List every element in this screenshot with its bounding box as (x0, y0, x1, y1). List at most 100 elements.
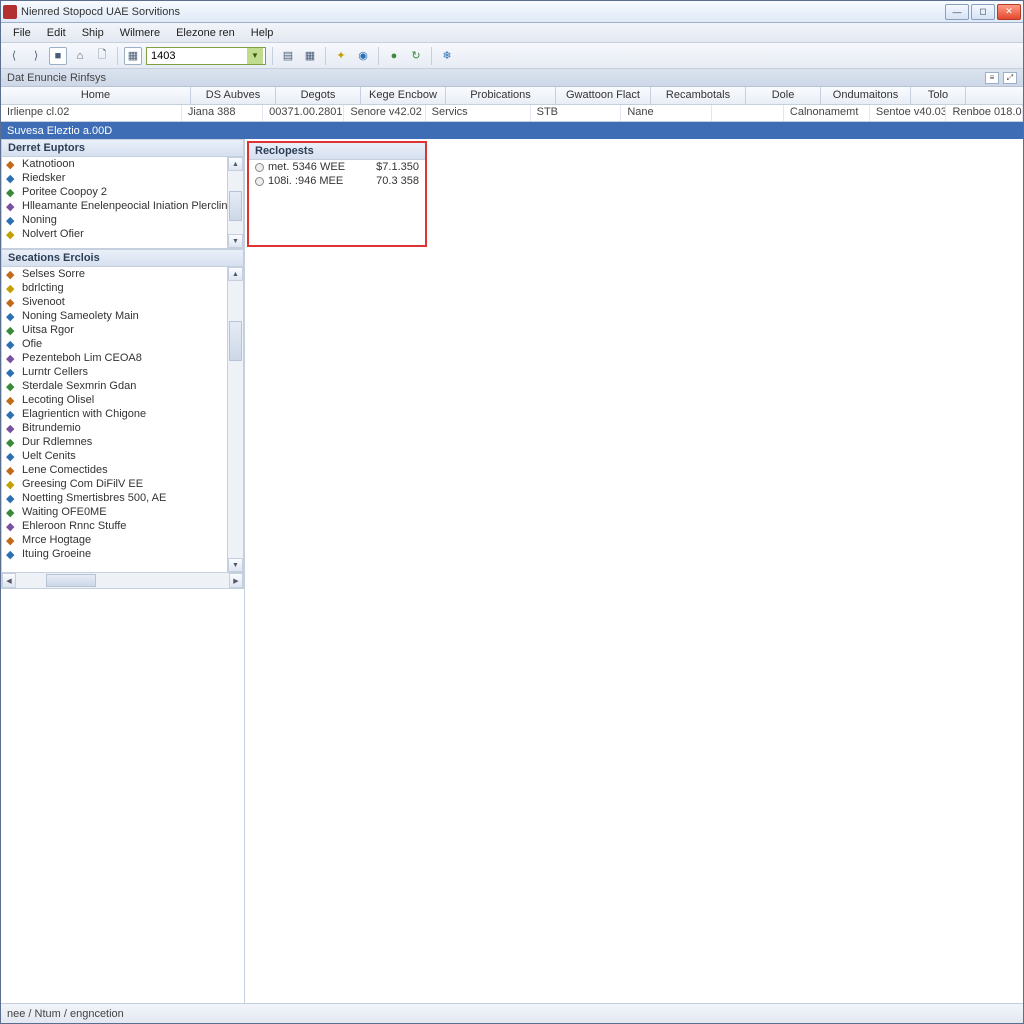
menu-help[interactable]: Help (243, 25, 282, 41)
combo-input[interactable] (147, 50, 247, 62)
chevron-down-icon[interactable]: ▼ (247, 48, 263, 64)
list-item[interactable]: ◆Riedsker (2, 171, 243, 185)
list-item[interactable]: ◆Waiting OFE0ME (2, 505, 243, 519)
forward-icon[interactable]: ⟩ (27, 47, 45, 65)
grid-icon[interactable]: ▦ (124, 47, 142, 65)
maximize-button[interactable]: ◻ (971, 4, 995, 20)
item-label: Lurntr Cellers (22, 366, 88, 378)
table-icon[interactable]: ▦ (301, 47, 319, 65)
list-item[interactable]: ◆Nolvert Ofier (2, 227, 243, 241)
scroll-right-icon[interactable]: ▶ (229, 573, 243, 588)
list-item[interactable]: ◆Lecoting Olisel (2, 393, 243, 407)
tab[interactable]: Degots (276, 87, 361, 104)
scroll-up-icon[interactable]: ▲ (228, 267, 243, 281)
list-item[interactable]: ◆Dur Rdlemnes (2, 435, 243, 449)
menu-edit[interactable]: Edit (39, 25, 74, 41)
column-header[interactable]: Jiana 388 (182, 105, 263, 121)
tab[interactable]: Home (1, 87, 191, 104)
menu-wilmere[interactable]: Wilmere (112, 25, 168, 41)
globe-icon[interactable]: ◉ (354, 47, 372, 65)
column-header[interactable] (712, 105, 784, 121)
calendar-icon[interactable]: ▤ (279, 47, 297, 65)
tab[interactable]: Probications (446, 87, 556, 104)
list-item[interactable]: ◆Noning Sameolety Main (2, 309, 243, 323)
column-header[interactable]: Nane (621, 105, 712, 121)
list-item[interactable]: ◆Uelt Cenits (2, 449, 243, 463)
horizontal-scrollbar[interactable]: ◀ ▶ (2, 572, 243, 588)
panel-row[interactable]: 108i. :946 MEE70.3 358 (249, 174, 425, 188)
tab[interactable]: Dole (746, 87, 821, 104)
list-item[interactable]: ◆Pezenteboh Lim CEOA8 (2, 351, 243, 365)
tab[interactable]: Ondumaitons (821, 87, 911, 104)
panel-row[interactable]: met. 5346 WEE$7.1.350 (249, 160, 425, 174)
column-header[interactable]: Servics (426, 105, 531, 121)
tab[interactable]: Kege Encbow (361, 87, 446, 104)
list-item[interactable]: ◆Selses Sorre (2, 267, 243, 281)
column-header[interactable]: Sentoe v40.03 (870, 105, 947, 121)
tab[interactable]: DS Aubves (191, 87, 276, 104)
list-item[interactable]: ◆Sivenoot (2, 295, 243, 309)
list-item[interactable]: ◆Hlleamante Enelenpeocial Iniation Plerc… (2, 199, 243, 213)
expand-icon[interactable]: ⤢ (1003, 72, 1017, 84)
vertical-scrollbar[interactable]: ▲ ▼ (227, 267, 243, 572)
check-icon[interactable]: ● (385, 47, 403, 65)
scroll-track[interactable] (228, 171, 243, 234)
main-body: Derret Euptors ◆Katnotioon◆Riedsker◆Pori… (1, 139, 1023, 1003)
list-item[interactable]: ◆Ehleroon Rnnc Stuffe (2, 519, 243, 533)
menu-ship[interactable]: Ship (74, 25, 112, 41)
column-header[interactable]: Calnonamemt (784, 105, 870, 121)
column-header[interactable]: Irlienpe cl.02 (1, 105, 182, 121)
list-item[interactable]: ◆Uitsa Rgor (2, 323, 243, 337)
selected-row[interactable]: Suvesa Eleztio a.00D (1, 122, 1023, 139)
list-item[interactable]: ◆Lene Comectides (2, 463, 243, 477)
scroll-left-icon[interactable]: ◀ (2, 573, 16, 588)
list-item[interactable]: ◆Greesing Com DiFilV EE (2, 477, 243, 491)
menu-elezone[interactable]: Elezone ren (168, 25, 243, 41)
list-item[interactable]: ◆Elagrienticn with Chigone (2, 407, 243, 421)
home-icon[interactable]: ⌂ (71, 47, 89, 65)
list-item[interactable]: ◆Bitrundemio (2, 421, 243, 435)
list-item[interactable]: ◆Ituing Groeine (2, 547, 243, 561)
list-item[interactable]: ◆bdrlcting (2, 281, 243, 295)
back-icon[interactable]: ⟨ (5, 47, 23, 65)
list-item[interactable]: ◆Lurntr Cellers (2, 365, 243, 379)
vertical-scrollbar[interactable]: ▲ ▼ (227, 157, 243, 248)
content-pane: Reclopests met. 5346 WEE$7.1.350108i. :9… (245, 139, 1023, 1003)
list-item[interactable]: ◆Sterdale Sexmrin Gdan (2, 379, 243, 393)
list-item[interactable]: ◆Mrce Hogtage (2, 533, 243, 547)
scroll-up-icon[interactable]: ▲ (228, 157, 243, 171)
titlebar: Nienred Stopocd UAE Sorvitions — ◻ ✕ (1, 1, 1023, 23)
scroll-down-icon[interactable]: ▼ (228, 234, 243, 248)
list-item[interactable]: ◆Poritee Coopoy 2 (2, 185, 243, 199)
list-item[interactable]: ◆Noning (2, 213, 243, 227)
close-button[interactable]: ✕ (997, 4, 1021, 20)
column-header[interactable]: Renboe 018.0S (946, 105, 1023, 121)
scroll-thumb[interactable] (46, 574, 96, 587)
list-icon[interactable]: ≡ (985, 72, 999, 84)
item-icon: ◆ (6, 158, 18, 170)
column-header[interactable]: 00371.00.28018 (263, 105, 344, 121)
tab[interactable]: Recambotals (651, 87, 746, 104)
scroll-thumb[interactable] (229, 321, 242, 361)
refresh-icon[interactable]: ↻ (407, 47, 425, 65)
scroll-track[interactable] (228, 281, 243, 558)
list-item[interactable]: ◆Katnotioon (2, 157, 243, 171)
wizard-icon[interactable]: ✦ (332, 47, 350, 65)
tab[interactable]: Gwattoon Flact (556, 87, 651, 104)
item-icon: ◆ (6, 520, 18, 532)
column-header[interactable]: STB (531, 105, 622, 121)
scroll-thumb[interactable] (229, 191, 242, 221)
list-item[interactable]: ◆Ofie (2, 337, 243, 351)
settings-icon[interactable]: ❄ (438, 47, 456, 65)
scroll-track[interactable] (16, 573, 229, 588)
toolbar-combo[interactable]: ▼ (146, 47, 266, 65)
list-item[interactable]: ◆Noetting Smertisbres 500, AE (2, 491, 243, 505)
stop-icon[interactable]: ■ (49, 47, 67, 65)
tab[interactable]: Tolo (911, 87, 966, 104)
menu-file[interactable]: File (5, 25, 39, 41)
column-header[interactable]: Senore v42.02 (344, 105, 425, 121)
sub-toolbar-label: Dat Enuncie Rinfsys (7, 72, 106, 84)
minimize-button[interactable]: — (945, 4, 969, 20)
scroll-down-icon[interactable]: ▼ (228, 558, 243, 572)
doc-icon[interactable]: 🗋 (93, 47, 111, 65)
